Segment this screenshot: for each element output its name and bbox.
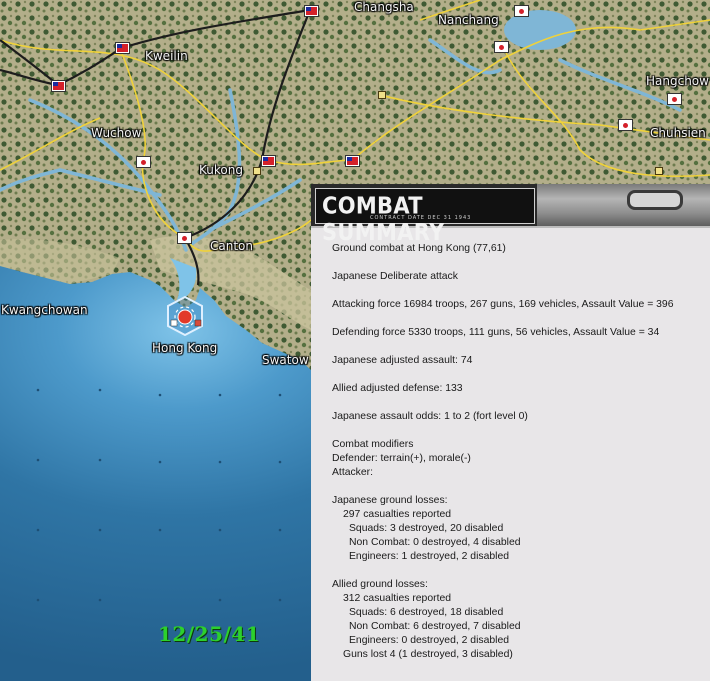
town-label: Kweilin xyxy=(145,49,188,63)
town-label: Swatow xyxy=(262,353,309,367)
japanese-base-flag-icon[interactable] xyxy=(495,42,508,52)
report-line: Attacking force 16984 troops, 267 guns, … xyxy=(332,299,674,310)
town-label: Canton xyxy=(210,239,253,253)
panel-header: COMBAT SUMMARY CONTRACT DATE DEC 31 1943 xyxy=(311,184,710,246)
report-line: Defending force 5330 troops, 111 guns, 5… xyxy=(332,327,660,338)
town-label: Chuhsien xyxy=(650,126,706,140)
combat-hex-icon[interactable] xyxy=(165,296,205,336)
report-line: Non Combat: 0 destroyed, 4 disabled xyxy=(349,537,521,548)
clipboard-texture xyxy=(537,184,710,226)
supply-depot-icon[interactable] xyxy=(378,91,386,99)
report-line: Guns lost 4 (1 destroyed, 3 disabled) xyxy=(343,649,513,660)
report-line: Japanese ground losses: xyxy=(332,495,448,506)
chinese-base-flag-icon[interactable] xyxy=(116,43,129,53)
japanese-base-flag-icon[interactable] xyxy=(619,120,632,130)
paper-clip-icon xyxy=(627,190,683,210)
report-line: Japanese assault odds: 1 to 2 (fort leve… xyxy=(332,411,528,422)
japanese-base-flag-icon[interactable] xyxy=(178,233,191,243)
chinese-base-flag-icon[interactable] xyxy=(346,156,359,166)
report-line: Defender: terrain(+), morale(-) xyxy=(332,453,471,464)
chinese-base-flag-icon[interactable] xyxy=(52,81,65,91)
chinese-base-flag-icon[interactable] xyxy=(262,156,275,166)
report-line: Squads: 6 destroyed, 18 disabled xyxy=(349,607,504,618)
combat-report-text: Ground combat at Hong Kong (77,61) Japan… xyxy=(332,242,702,662)
town-label: Wuchow xyxy=(91,126,142,140)
report-line: Combat modifiers xyxy=(332,439,414,450)
town-label: Hong Kong xyxy=(152,341,218,355)
panel-subtitle: CONTRACT DATE DEC 31 1943 xyxy=(370,215,472,221)
supply-depot-icon[interactable] xyxy=(253,167,261,175)
japanese-base-flag-icon[interactable] xyxy=(137,157,150,167)
supply-depot-icon[interactable] xyxy=(655,167,663,175)
report-line: Japanese adjusted assault: 74 xyxy=(332,355,473,366)
report-line: Ground combat at Hong Kong (77,61) xyxy=(332,243,506,254)
report-line: 297 casualties reported xyxy=(343,509,452,520)
japanese-base-flag-icon[interactable] xyxy=(515,6,528,16)
report-line: Allied adjusted defense: 133 xyxy=(332,383,463,394)
report-line: 312 casualties reported xyxy=(343,593,452,604)
report-line: Japanese Deliberate attack xyxy=(332,271,458,282)
town-label: Nanchang xyxy=(438,13,499,27)
report-line: Non Combat: 6 destroyed, 7 disabled xyxy=(349,621,521,632)
report-line: Attacker: xyxy=(332,467,373,478)
chinese-base-flag-icon[interactable] xyxy=(305,6,318,16)
title-plate: COMBAT SUMMARY CONTRACT DATE DEC 31 1943 xyxy=(315,188,535,246)
report-line: Squads: 3 destroyed, 20 disabled xyxy=(349,523,504,534)
town-label: Hangchow xyxy=(646,74,709,88)
town-label: Kwangchowan xyxy=(1,303,88,317)
report-line: Engineers: 1 destroyed, 2 disabled xyxy=(349,551,510,562)
combat-summary-panel: COMBAT SUMMARY CONTRACT DATE DEC 31 1943… xyxy=(311,184,710,681)
report-line: Engineers: 0 destroyed, 2 disabled xyxy=(349,635,510,646)
town-label: Changsha xyxy=(354,0,414,14)
japanese-base-flag-icon[interactable] xyxy=(668,94,681,104)
report-line: Allied ground losses: xyxy=(332,579,428,590)
game-date: 12/25/41 xyxy=(158,622,261,646)
town-label: Kukong xyxy=(199,163,243,177)
